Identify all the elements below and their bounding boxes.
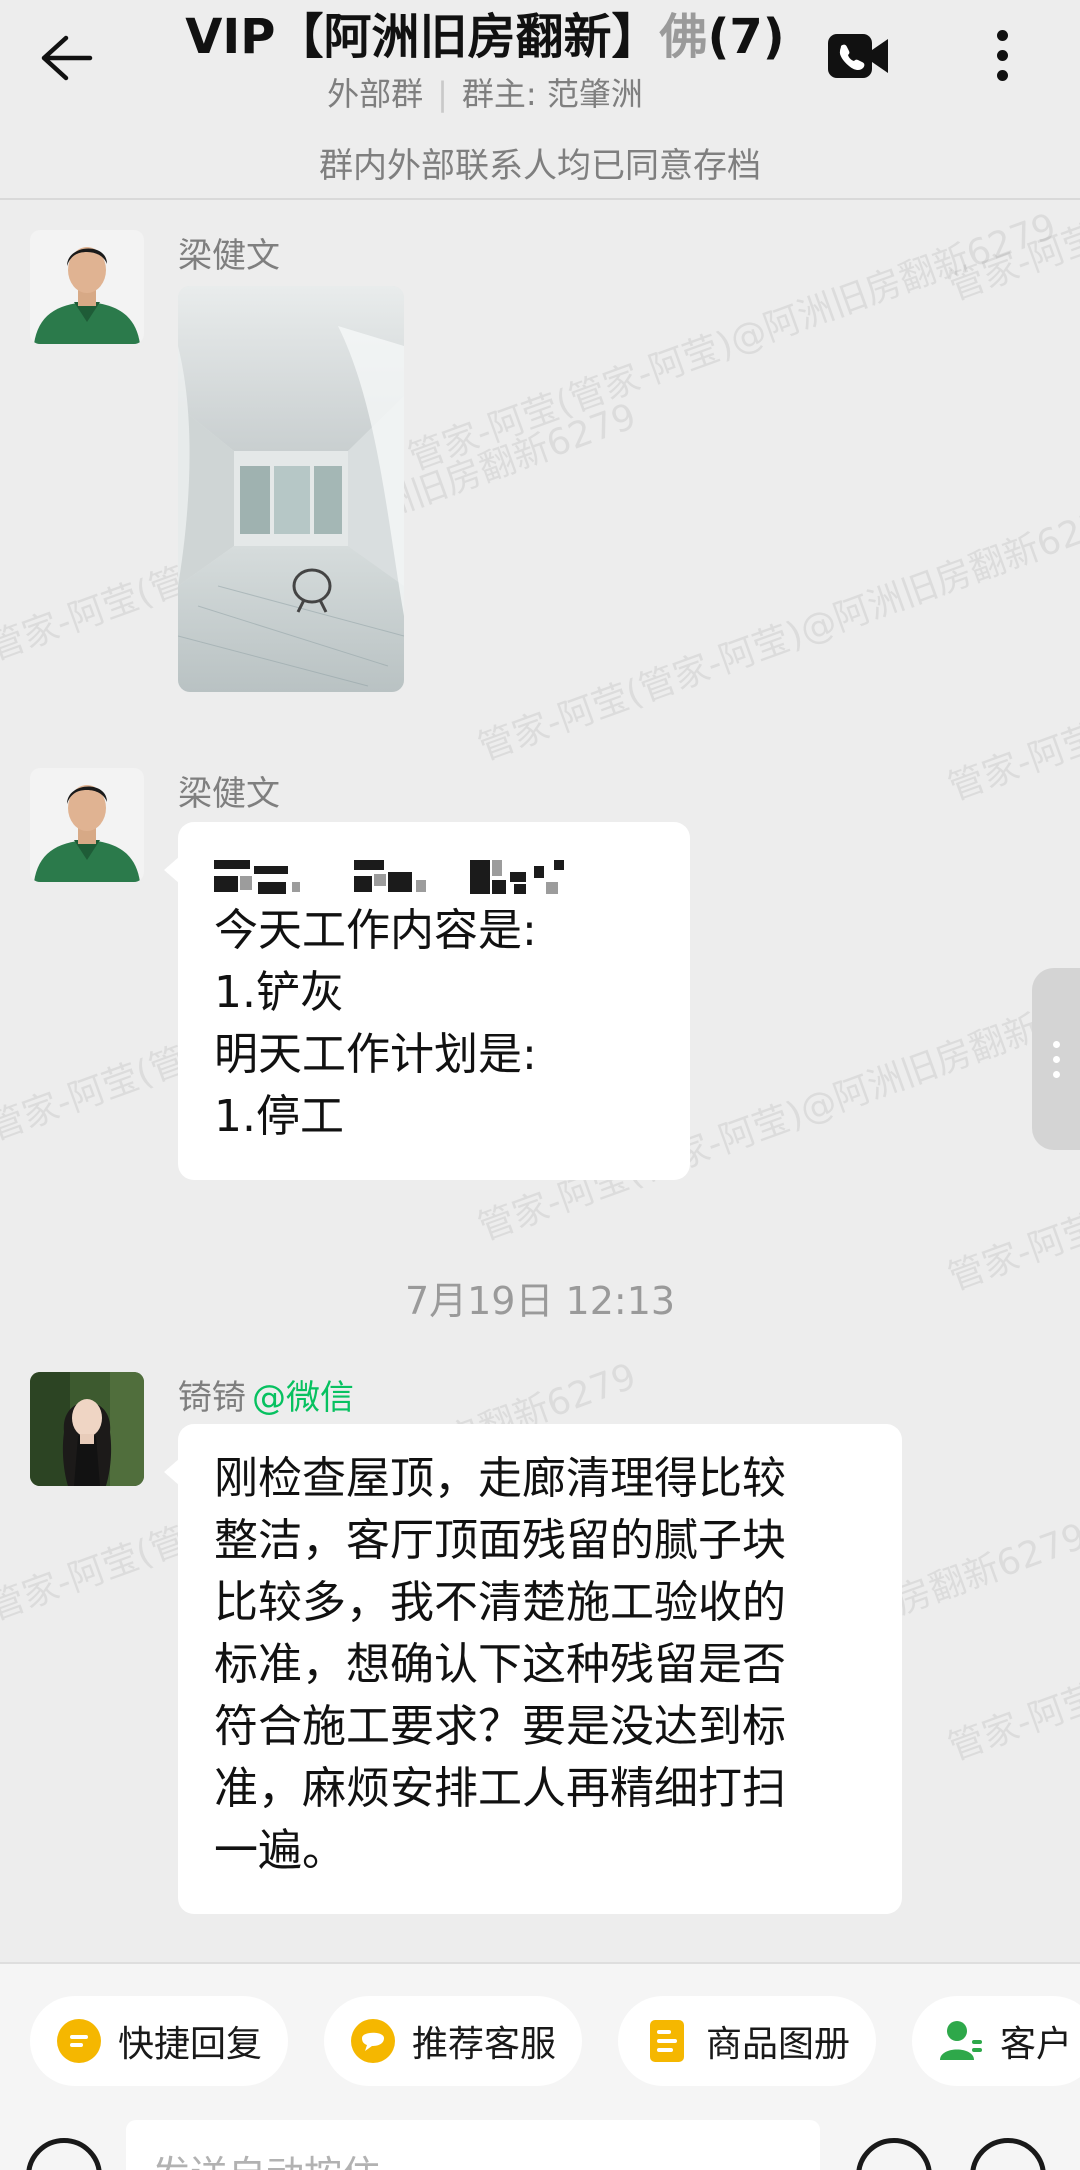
product-album-button[interactable]: 商品图册 xyxy=(618,1996,877,2086)
chat-title[interactable]: VIP【阿洲旧房翻新】佛(7) xyxy=(160,4,810,70)
sender-name: 梁健文 xyxy=(178,774,280,814)
message-bubble[interactable]: 刚检查屋顶，走廊清理得比较 整洁，客厅顶面残留的腻子块 比较多，我不清楚施工验收… xyxy=(164,1424,902,1914)
message-line: 整洁，客厅顶面残留的腻子块 xyxy=(214,1515,786,1566)
message-photo[interactable] xyxy=(178,286,404,692)
message-bubble[interactable]: 今天工作内容是: 1.铲灰 明天工作计划是: 1.停工 xyxy=(164,822,690,1180)
chat-header: VIP【阿洲旧房翻新】佛(7) 外部群 | 群主: 范肇洲 群内外部联系人均已同意存… xyxy=(0,0,1080,200)
input-row xyxy=(0,2120,1080,2170)
more-options-icon[interactable] xyxy=(972,22,1032,88)
bottom-toolbar: 快捷回复 推荐客服 商品图册 客户 xyxy=(0,1962,1080,2170)
recommend-service-button[interactable]: 推荐客服 xyxy=(324,1996,583,2086)
chip-label: 商品图册 xyxy=(706,2024,851,2065)
title-block: VIP【阿洲旧房翻新】佛(7) 外部群 | 群主: 范肇洲 xyxy=(160,4,810,116)
archive-notice: 群内外部联系人均已同意存档 xyxy=(319,146,761,186)
message-line: 比较多，我不清楚施工验收的 xyxy=(214,1577,786,1628)
group-type-label: 外部群 xyxy=(327,75,424,113)
chip-label: 快捷回复 xyxy=(118,2024,263,2065)
quick-reply-icon xyxy=(57,2019,101,2063)
video-call-icon[interactable] xyxy=(826,30,892,82)
emoji-icon[interactable] xyxy=(856,2138,932,2170)
customer-icon xyxy=(940,2021,982,2060)
message-line: 今天工作内容是: xyxy=(214,905,537,956)
message-line: 准，麻烦安排工人再精细打扫 xyxy=(214,1763,786,1814)
chat-bubble-icon xyxy=(351,2019,395,2063)
watermark-text: 管家-阿莹(管家-阿莹)@阿洲旧房翻新6279 xyxy=(403,205,1062,479)
customer-button[interactable]: 客户 xyxy=(912,1996,1080,2086)
back-arrow-icon[interactable] xyxy=(30,22,102,94)
title-truncated-char: 佛 xyxy=(659,9,708,65)
avatar[interactable] xyxy=(30,230,144,344)
pixelated-text xyxy=(214,846,654,896)
avatar[interactable] xyxy=(30,768,144,882)
message-line: 符合施工要求？要是没达到标 xyxy=(214,1701,786,1752)
quick-action-bar: 快捷回复 推荐客服 商品图册 客户 xyxy=(0,1996,1080,2088)
chip-label: 推荐客服 xyxy=(412,2024,557,2065)
sender-name: 梁健文 xyxy=(178,236,280,276)
wechat-tag: @微信 xyxy=(252,1378,354,1418)
quick-reply-button[interactable]: 快捷回复 xyxy=(30,1996,289,2086)
group-owner-label: 群主: 范肇洲 xyxy=(461,75,643,113)
avatar[interactable] xyxy=(30,1372,144,1486)
chip-label: 客户 xyxy=(1000,2024,1073,2065)
watermark-text: 管家-阿莹(管家-阿莹)@阿洲旧房翻新6279 xyxy=(943,535,1080,809)
watermark-text: 管家-阿莹(管家-阿莹)@阿洲旧房翻新6279 xyxy=(943,1495,1080,1769)
group-name: VIP【阿洲旧房翻新】佛 xyxy=(185,9,708,65)
message-line: 刚检查屋顶，走廊清理得比较 xyxy=(214,1453,786,1504)
member-count: (7) xyxy=(707,9,785,65)
sender-nickname: 锜锜 xyxy=(178,1378,246,1418)
sender-name: 锜锜 @微信 xyxy=(178,1370,354,1419)
message-line: 标准，想确认下这种残留是否 xyxy=(214,1639,786,1690)
message-line: 1.铲灰 xyxy=(214,967,344,1018)
watermark-text: 管家-阿莹(管家-阿莹)@阿洲旧房翻新6279 xyxy=(473,495,1080,769)
plus-icon[interactable] xyxy=(970,2138,1046,2170)
divider: | xyxy=(437,75,448,113)
timestamp-divider: 7月19日 12:13 xyxy=(404,1279,676,1323)
catalog-icon xyxy=(650,2020,684,2062)
message-line: 1.停工 xyxy=(214,1091,344,1142)
watermark-text: 管家-阿莹(管家-阿莹)@阿洲旧房翻新6279 xyxy=(940,202,1080,311)
group-subtitle: 外部群 | 群主: 范肇洲 xyxy=(160,72,810,116)
voice-input-icon[interactable] xyxy=(26,2138,102,2170)
message-line: 一遍。 xyxy=(214,1825,346,1876)
message-line: 明天工作计划是: xyxy=(214,1029,537,1080)
side-drawer-handle[interactable] xyxy=(1032,968,1080,1150)
message-input[interactable] xyxy=(126,2120,820,2170)
